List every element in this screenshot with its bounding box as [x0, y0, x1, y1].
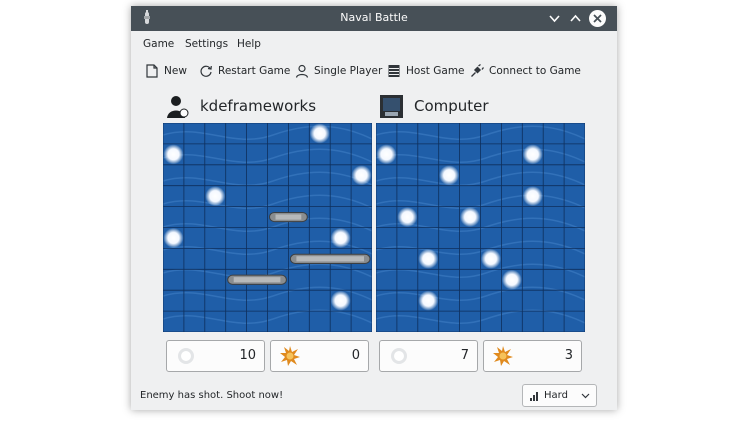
close-icon[interactable] — [588, 9, 607, 28]
player-header-left: kdeframeworks — [165, 94, 316, 118]
miss-splash — [418, 290, 439, 311]
miss-splash — [480, 248, 501, 269]
miss-splash — [522, 186, 543, 207]
host-game-label: Host Game — [406, 65, 465, 77]
miss-splash — [330, 290, 351, 311]
explosion-icon — [280, 346, 300, 366]
miss-splash — [460, 207, 481, 228]
ship-deck — [275, 214, 302, 220]
chevron-down-icon — [581, 393, 590, 399]
splash-icon — [178, 348, 194, 364]
new-game-button[interactable]: New — [145, 62, 187, 80]
right-miss-count: 7 — [460, 348, 469, 363]
player-board — [163, 123, 372, 332]
left-hit-counter: 0 — [270, 340, 369, 372]
player-name-left: kdeframeworks — [200, 97, 317, 115]
miss-splash — [330, 227, 351, 248]
restart-icon — [200, 65, 212, 77]
difficulty-value: Hard — [544, 390, 568, 401]
right-miss-counter: 7 — [379, 340, 478, 372]
plug-icon — [471, 64, 484, 77]
player-name-right: Computer — [414, 97, 489, 115]
splash-icon — [391, 348, 407, 364]
left-miss-counter: 10 — [166, 340, 265, 372]
miss-splash — [418, 248, 439, 269]
right-hit-counter: 3 — [483, 340, 582, 372]
menu-settings[interactable]: Settings — [185, 38, 228, 50]
miss-splash — [439, 165, 460, 186]
left-miss-count: 10 — [239, 348, 256, 363]
miss-splash — [163, 227, 184, 248]
player-header-right: Computer — [379, 94, 489, 118]
new-game-label: New — [164, 65, 187, 77]
single-player-label: Single Player — [314, 65, 383, 77]
new-document-icon — [146, 64, 158, 78]
miss-splash — [397, 207, 418, 228]
signal-bars-icon — [530, 392, 538, 401]
menu-help[interactable]: Help — [237, 38, 261, 50]
miss-splash — [522, 144, 543, 165]
connect-to-game-button[interactable]: Connect to Game — [470, 62, 581, 80]
computer-avatar-icon — [380, 94, 403, 118]
miss-splash — [309, 123, 330, 144]
explosion-icon — [493, 346, 513, 366]
title-bar[interactable]: Naval Battle — [131, 6, 617, 31]
difficulty-select[interactable]: Hard — [522, 384, 597, 407]
miss-splash — [376, 144, 397, 165]
restart-game-label: Restart Game — [218, 65, 291, 77]
ship-deck — [233, 277, 281, 283]
ship-deck — [296, 256, 364, 262]
server-icon — [388, 65, 400, 77]
left-hit-count: 0 — [351, 348, 360, 363]
miss-splash — [205, 186, 226, 207]
enemy-board[interactable] — [376, 123, 585, 332]
main-window: Naval Battle Game Settings Help New Rest… — [131, 6, 617, 410]
restart-game-button[interactable]: Restart Game — [199, 62, 290, 80]
miss-splash — [501, 269, 522, 290]
minimize-icon[interactable] — [545, 9, 564, 28]
miss-splash — [163, 144, 184, 165]
miss-splash — [351, 165, 372, 186]
status-message: Enemy has shot. Shoot now! — [140, 390, 284, 401]
user-avatar-icon — [167, 95, 189, 118]
toolbar: New Restart Game Single Player Host Game… — [131, 58, 617, 82]
user-icon — [295, 64, 309, 78]
right-hit-count: 3 — [564, 348, 573, 363]
menu-game[interactable]: Game — [143, 38, 174, 50]
single-player-button[interactable]: Single Player — [295, 62, 382, 80]
connect-to-game-label: Connect to Game — [489, 65, 581, 77]
host-game-button[interactable]: Host Game — [387, 62, 465, 80]
menu-bar: Game Settings Help — [131, 31, 617, 55]
maximize-icon[interactable] — [566, 9, 585, 28]
